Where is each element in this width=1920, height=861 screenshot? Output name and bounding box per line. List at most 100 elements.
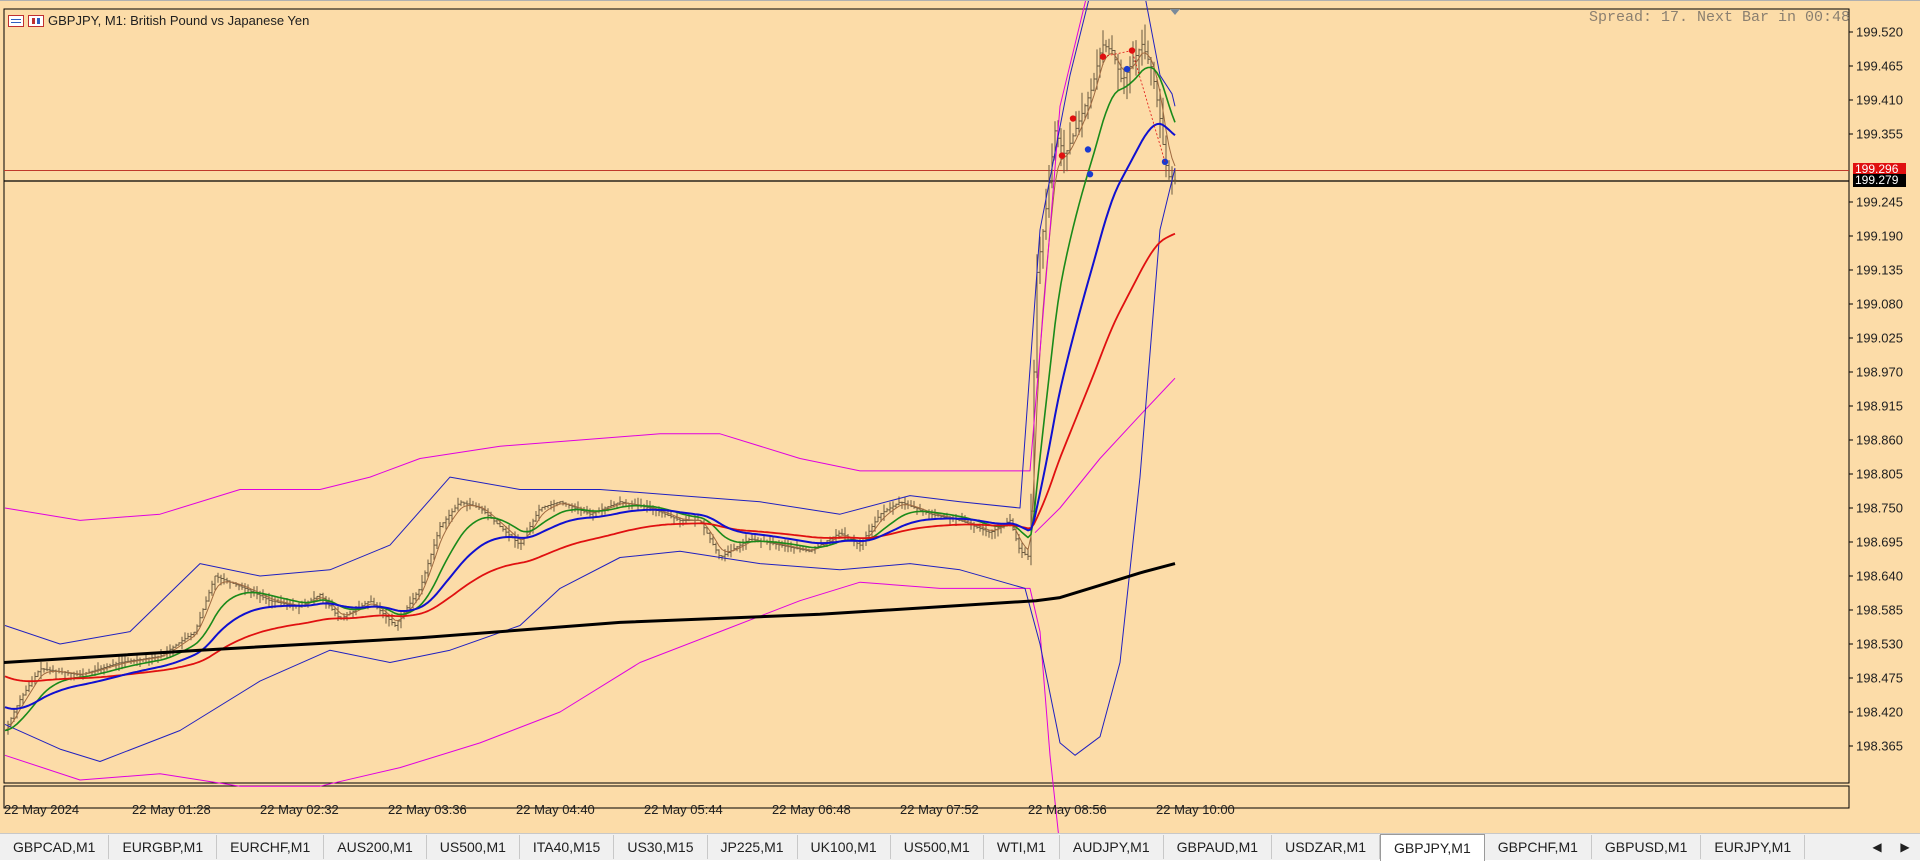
symbol-tab[interactable]: GBPJPY,M1 [1379, 834, 1485, 861]
candle [891, 501, 895, 515]
price-tick-label: 198.365 [1856, 738, 1903, 754]
price-chart[interactable] [0, 1, 1920, 834]
tab-scroll-left-icon[interactable]: ◀ [1868, 834, 1886, 860]
candle [1074, 111, 1078, 137]
candle [435, 531, 439, 549]
candle [345, 612, 349, 621]
chart-title: GBPJPY, M1: British Pound vs Japanese Ye… [48, 13, 310, 28]
candle [204, 596, 208, 610]
candle [759, 538, 763, 548]
candle [105, 663, 109, 671]
time-tick-label: 22 May 02:32 [260, 802, 339, 817]
symbol-tab[interactable]: ITA40,M15 [520, 835, 615, 859]
candle [1119, 59, 1123, 83]
symbol-tab[interactable]: US500,M1 [427, 835, 520, 859]
price-tick-label: 198.420 [1856, 704, 1903, 720]
candle [861, 537, 865, 550]
symbol-tab[interactable]: EURCHF,M1 [217, 835, 325, 859]
price-tick-label: 199.025 [1856, 330, 1903, 346]
time-tick-label: 22 May 04:40 [516, 802, 595, 817]
candle [768, 536, 772, 551]
candle [393, 621, 397, 627]
time-axis[interactable]: 22 May 2024 22 May 01:28 22 May 02:32 22 Ma… [0, 801, 1852, 821]
signal-arrow-marker [1084, 146, 1092, 153]
candle [213, 575, 217, 590]
price-tick-label: 198.750 [1856, 500, 1903, 516]
chart-settings-icon[interactable] [28, 14, 44, 27]
symbol-tab[interactable]: GBPCAD,M1 [0, 835, 110, 859]
symbol-tab[interactable]: GBPAUD,M1 [1164, 835, 1273, 859]
symbol-tab[interactable]: AUDJPY,M1 [1060, 835, 1164, 859]
candle [441, 522, 445, 528]
candle [1080, 92, 1084, 138]
candle [225, 577, 229, 584]
symbol-tab[interactable]: AUS200,M1 [324, 835, 427, 859]
candle [573, 503, 577, 512]
candle [840, 528, 844, 535]
candle [249, 589, 253, 598]
price-tick-label: 198.805 [1856, 466, 1903, 482]
candle [372, 597, 376, 607]
candle [531, 518, 535, 534]
price-tick-label: 198.860 [1856, 432, 1903, 448]
candle [1041, 229, 1045, 269]
candle [663, 512, 667, 518]
candle [540, 506, 544, 512]
candle [429, 553, 433, 567]
symbol-tab-bar: GBPCAD,M1 EURGBP,M1 EURCHF,M1 AUS200,M1 US50… [0, 833, 1920, 861]
time-tick-label: 22 May 03:36 [388, 802, 467, 817]
candle [888, 502, 892, 512]
candle [930, 509, 934, 519]
price-axis[interactable]: 199.520 199.465 199.410 199.355 199.245 199.1… [1852, 1, 1920, 783]
time-tick-label: 22 May 07:52 [900, 802, 979, 817]
candle [507, 525, 511, 542]
candle [210, 580, 214, 596]
candle [396, 620, 400, 631]
symbol-tab[interactable]: US500,M1 [891, 835, 984, 859]
price-tick-label: 199.245 [1856, 194, 1903, 210]
symbol-tab[interactable]: EURJPY,M1 [1701, 835, 1806, 859]
chart-window[interactable]: GBPJPY, M1: British Pound vs Japanese Ye… [0, 0, 1920, 834]
ma-fast-line [4, 52, 1176, 731]
candle [1134, 40, 1138, 76]
price-tick-label: 198.475 [1856, 670, 1903, 686]
price-tick-label: 198.915 [1856, 398, 1903, 414]
time-tick-label: 22 May 10:00 [1156, 802, 1235, 817]
symbol-tab[interactable]: WTI,M1 [984, 835, 1060, 859]
price-tick-label: 198.585 [1856, 602, 1903, 618]
candle [24, 685, 28, 696]
time-tick-label: 22 May 05:44 [644, 802, 723, 817]
symbol-tab[interactable]: US30,M15 [614, 835, 708, 859]
price-tick-label: 199.465 [1856, 58, 1903, 74]
price-tick-label: 199.190 [1856, 228, 1903, 244]
candle [1092, 72, 1096, 92]
symbol-tab[interactable]: GBPCHF,M1 [1485, 835, 1592, 859]
symbol-tab[interactable]: UK100,M1 [798, 835, 891, 859]
candle [870, 523, 874, 538]
price-tick-label: 198.970 [1856, 364, 1903, 380]
candle [987, 530, 991, 538]
candle [807, 548, 811, 553]
tab-scroll-right-icon[interactable]: ▶ [1896, 834, 1914, 860]
candle [363, 600, 367, 607]
candle [252, 586, 256, 597]
time-tick-label: 22 May 2024 [4, 802, 80, 817]
candle [468, 497, 472, 510]
symbol-tab[interactable]: JP225,M1 [708, 835, 798, 859]
candle [48, 666, 52, 675]
candle [876, 510, 880, 523]
candle [1020, 542, 1024, 558]
time-tick-label: 22 May 08:56 [1028, 802, 1107, 817]
candle [246, 584, 250, 593]
candle [18, 695, 22, 709]
ma-long-black-line [3, 562, 1176, 664]
signal-link-line [1102, 50, 1166, 162]
symbol-tab[interactable]: EURGBP,M1 [109, 835, 218, 859]
symbol-tab[interactable]: GBPUSD,M1 [1592, 835, 1702, 859]
ma-red-line [4, 232, 1176, 683]
symbol-tab[interactable]: USDZAR,M1 [1272, 835, 1380, 859]
one-click-trading-icon[interactable] [8, 14, 24, 27]
candle [57, 667, 61, 674]
ma-blue-line [4, 122, 1176, 710]
ma-green-line [4, 66, 1176, 732]
